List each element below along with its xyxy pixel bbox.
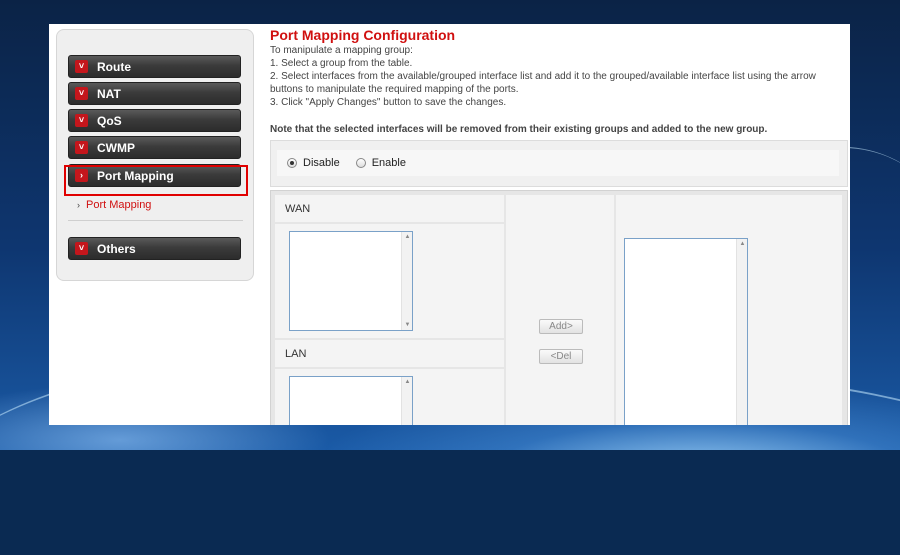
- enable-radio[interactable]: [355, 158, 366, 168]
- available-interfaces-column: WAN ▲ ▼ LAN ▲: [275, 195, 504, 425]
- scroll-up-icon[interactable]: ▲: [737, 239, 748, 249]
- wan-label: WAN: [275, 195, 504, 222]
- lan-list-area: ▲: [275, 369, 504, 425]
- chevron-right-icon: ›: [75, 169, 88, 182]
- sidebar-item-route[interactable]: ˅ Route: [68, 55, 241, 78]
- disable-radio[interactable]: [287, 158, 297, 168]
- sidebar-item-label: QoS: [97, 113, 122, 128]
- lan-interface-list[interactable]: ▲: [289, 376, 413, 425]
- instruction-line: 3. Click "Apply Changes" button to save …: [270, 97, 507, 108]
- sidebar-subitem-label: Port Mapping: [86, 199, 152, 211]
- sidebar-item-nat[interactable]: ˅ NAT: [68, 82, 241, 105]
- sidebar-item-label: Others: [97, 241, 136, 256]
- lan-list-scrollbar[interactable]: ▲: [401, 377, 412, 425]
- instructions: To manipulate a mapping group: 1. Select…: [270, 44, 830, 109]
- sidebar-item-port-mapping[interactable]: › Port Mapping: [68, 164, 241, 187]
- sidebar-item-label: CWMP: [97, 140, 135, 155]
- grouped-interfaces-column: ▲: [616, 195, 842, 425]
- chevron-right-icon: ›: [77, 200, 80, 210]
- sidebar-item-label: Port Mapping: [97, 168, 174, 183]
- chevron-down-icon: ˅: [75, 87, 88, 100]
- sidebar-item-label: NAT: [97, 86, 121, 101]
- chevron-down-icon: ˅: [75, 60, 88, 73]
- wan-list-scrollbar[interactable]: ▲ ▼: [401, 232, 412, 330]
- page-title: Port Mapping Configuration: [270, 27, 456, 43]
- grouped-interface-list[interactable]: ▲: [624, 238, 748, 425]
- instruction-line: 1. Select a group from the table.: [270, 58, 413, 69]
- main-content: Port Mapping Configuration To manipulate…: [270, 24, 850, 425]
- router-config-page: ˅ Route ˅ NAT ˅ QoS ˅ CWMP › Port Mappin…: [49, 24, 850, 425]
- scroll-up-icon[interactable]: ▲: [402, 377, 413, 387]
- instruction-line: To manipulate a mapping group:: [270, 45, 413, 56]
- wan-interface-list[interactable]: ▲ ▼: [289, 231, 413, 331]
- grouped-list-scrollbar[interactable]: ▲: [736, 239, 747, 425]
- mode-radio-group: Disable Enable: [277, 150, 839, 176]
- sidebar-subitem-port-mapping[interactable]: › Port Mapping: [77, 199, 151, 211]
- sidebar: ˅ Route ˅ NAT ˅ QoS ˅ CWMP › Port Mappin…: [56, 29, 254, 281]
- sidebar-divider: [68, 220, 243, 221]
- port-mapping-panel: WAN ▲ ▼ LAN ▲ Add> <Del ▲: [270, 190, 848, 425]
- mode-panel: Disable Enable: [270, 140, 848, 187]
- sidebar-item-qos[interactable]: ˅ QoS: [68, 109, 241, 132]
- note-text: Note that the selected interfaces will b…: [270, 124, 768, 135]
- disable-radio-label: Disable: [303, 157, 340, 169]
- wan-list-area: ▲ ▼: [275, 224, 504, 338]
- sidebar-item-others[interactable]: ˅ Others: [68, 237, 241, 260]
- chevron-down-icon: ˅: [75, 114, 88, 127]
- chevron-down-icon: ˅: [75, 141, 88, 154]
- mapping-buttons-column: Add> <Del: [506, 195, 614, 425]
- scroll-down-icon[interactable]: ▼: [402, 320, 413, 330]
- add-button[interactable]: Add>: [539, 319, 583, 334]
- lan-label: LAN: [275, 340, 504, 367]
- scroll-up-icon[interactable]: ▲: [402, 232, 413, 242]
- chevron-down-icon: ˅: [75, 242, 88, 255]
- del-button[interactable]: <Del: [539, 349, 583, 364]
- sidebar-item-label: Route: [97, 59, 131, 74]
- instruction-line: 2. Select interfaces from the available/…: [270, 71, 816, 95]
- sidebar-item-cwmp[interactable]: ˅ CWMP: [68, 136, 241, 159]
- enable-radio-label: Enable: [371, 157, 406, 169]
